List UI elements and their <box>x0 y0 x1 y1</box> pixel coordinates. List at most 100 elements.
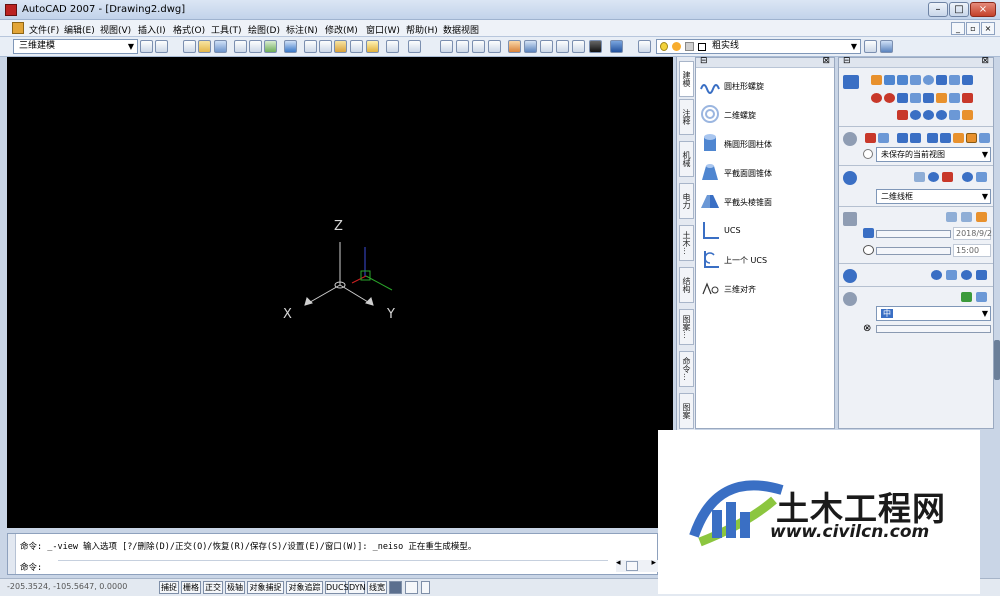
document-icon[interactable] <box>12 22 24 34</box>
3d-dwf-icon[interactable] <box>284 40 297 53</box>
fly-icon[interactable] <box>940 133 951 143</box>
revolve-icon[interactable] <box>910 93 921 103</box>
2d-wireframe-style-icon[interactable] <box>914 172 925 182</box>
dashboard-close-icon[interactable]: ⊠ <box>981 56 989 66</box>
cylinder-solid-icon[interactable] <box>936 75 947 85</box>
menu-draw[interactable]: 绘图(D) <box>248 23 280 36</box>
doc-close-button[interactable]: × <box>981 22 995 35</box>
3d-make-panel-icon[interactable] <box>843 75 859 89</box>
swivel-icon[interactable] <box>910 133 921 143</box>
model-icon[interactable] <box>389 581 402 594</box>
camera-icon[interactable] <box>953 133 964 143</box>
scroll-thumb[interactable] <box>626 561 638 571</box>
workspace-select[interactable]: 三维建模 ▼ <box>13 39 138 54</box>
imprint-icon[interactable] <box>949 110 960 120</box>
zoom-window-icon[interactable] <box>472 40 485 53</box>
lineweight-toggle[interactable]: 线宽 <box>367 581 387 594</box>
tab-command[interactable]: 图案 <box>679 393 694 429</box>
3d-zoom-icon[interactable] <box>878 133 889 143</box>
visual-style-select[interactable]: 二维线框 ▼ <box>876 189 991 204</box>
extrude-icon[interactable] <box>897 93 908 103</box>
3d-pan-icon[interactable] <box>865 133 876 143</box>
layer-previous-icon[interactable] <box>880 40 893 53</box>
tab-hatch[interactable]: 命令... <box>679 351 694 387</box>
dyn-toggle[interactable]: DYN <box>348 581 366 594</box>
dashboard-menu-icon[interactable]: ⊟ <box>843 56 851 66</box>
view-select[interactable]: 未保存的当前视图 ▼ <box>876 147 991 162</box>
geographic-location-icon[interactable] <box>976 212 987 222</box>
tab-power[interactable]: 土木... <box>679 225 694 261</box>
doc-restore-button[interactable]: ▫ <box>966 22 980 35</box>
drawing-canvas[interactable]: Z X Y <box>7 57 673 528</box>
ducs-toggle[interactable]: DUCS <box>325 581 349 594</box>
cut-icon[interactable] <box>304 40 317 53</box>
scroll-right-icon[interactable]: ▸ <box>651 558 656 568</box>
shell-icon[interactable] <box>962 110 973 120</box>
tab-annotation[interactable]: 注释 <box>679 99 694 135</box>
palette-item-frustum-pyramid[interactable]: 平截头棱锥面 <box>696 189 834 215</box>
convert-icon[interactable] <box>936 110 947 120</box>
cylinder-icon[interactable] <box>884 75 895 85</box>
open-icon[interactable] <box>198 40 211 53</box>
maximize-button[interactable]: □ <box>949 2 969 17</box>
paste-icon[interactable] <box>334 40 347 53</box>
date-slider[interactable] <box>876 230 951 238</box>
palette-item-helix[interactable]: 圆柱形螺旋 <box>696 73 834 99</box>
layer-manager-icon[interactable] <box>638 40 651 53</box>
command-input[interactable] <box>58 560 608 573</box>
presspull-icon[interactable] <box>949 93 960 103</box>
markup-icon[interactable] <box>572 40 585 53</box>
interfere-icon[interactable] <box>910 110 921 120</box>
sphere-icon[interactable] <box>923 75 934 85</box>
redo-icon[interactable] <box>408 40 421 53</box>
sun-properties-icon[interactable] <box>961 212 972 222</box>
menu-help[interactable]: 帮助(H) <box>406 23 438 36</box>
doc-minimize-button[interactable]: _ <box>951 22 965 35</box>
torus-icon[interactable] <box>962 75 973 85</box>
scroll-left-icon[interactable]: ◂ <box>616 558 621 568</box>
lights-panel-icon[interactable] <box>843 212 857 226</box>
tab-mechanical[interactable]: 机械 <box>679 141 694 177</box>
3d-orbit-icon[interactable] <box>897 133 908 143</box>
materials-panel-icon[interactable] <box>843 269 857 283</box>
material-attach-icon[interactable] <box>931 270 942 280</box>
zoom-previous-icon[interactable] <box>488 40 501 53</box>
3d-navigate-panel-icon[interactable] <box>843 132 857 146</box>
section-plane-icon[interactable] <box>897 110 908 120</box>
block-editor-icon[interactable] <box>366 40 379 53</box>
autocad-app-icon[interactable] <box>5 4 17 16</box>
make-current-layer-icon[interactable] <box>864 40 877 53</box>
3d-hidden-style-icon[interactable] <box>928 172 939 182</box>
minimize-button[interactable]: – <box>928 2 948 17</box>
box-icon[interactable] <box>871 75 882 85</box>
wedge-icon[interactable] <box>897 75 908 85</box>
thicken-icon[interactable] <box>923 110 934 120</box>
palette-close-icon[interactable]: ⊠ <box>822 56 830 66</box>
copy-icon[interactable] <box>319 40 332 53</box>
visual-styles-manager-icon[interactable] <box>976 172 987 182</box>
parallel-icon[interactable] <box>979 133 990 143</box>
window-resize-grip[interactable] <box>994 340 1000 380</box>
realistic-style-icon[interactable] <box>942 172 953 182</box>
menu-view[interactable]: 视图(V) <box>100 23 131 36</box>
material-browser-icon[interactable] <box>976 270 987 280</box>
snap-toggle[interactable]: 捕捉 <box>159 581 179 594</box>
slice-icon[interactable] <box>962 93 973 103</box>
time-slider[interactable] <box>876 247 951 255</box>
quickcalc-icon[interactable] <box>589 40 602 53</box>
sun-status-icon[interactable] <box>946 212 957 222</box>
tab-structure[interactable]: 图案... <box>679 309 694 345</box>
design-center-icon[interactable] <box>524 40 537 53</box>
conceptual-style-icon[interactable] <box>962 172 973 182</box>
render-region-icon[interactable] <box>961 292 972 302</box>
tab-electrical[interactable]: 电力 <box>679 183 694 219</box>
menu-data-view[interactable]: 数据视图 <box>443 23 479 36</box>
publish-icon[interactable] <box>264 40 277 53</box>
palette-item-spiral[interactable]: 二维螺旋 <box>696 102 834 128</box>
otrack-toggle[interactable]: 对象追踪 <box>286 581 323 594</box>
properties-icon[interactable] <box>508 40 521 53</box>
new-icon[interactable] <box>183 40 196 53</box>
tab-civil[interactable]: 结构 <box>679 267 694 303</box>
help-icon[interactable] <box>610 40 623 53</box>
palette-item-ucs[interactable]: UCS <box>696 218 834 244</box>
